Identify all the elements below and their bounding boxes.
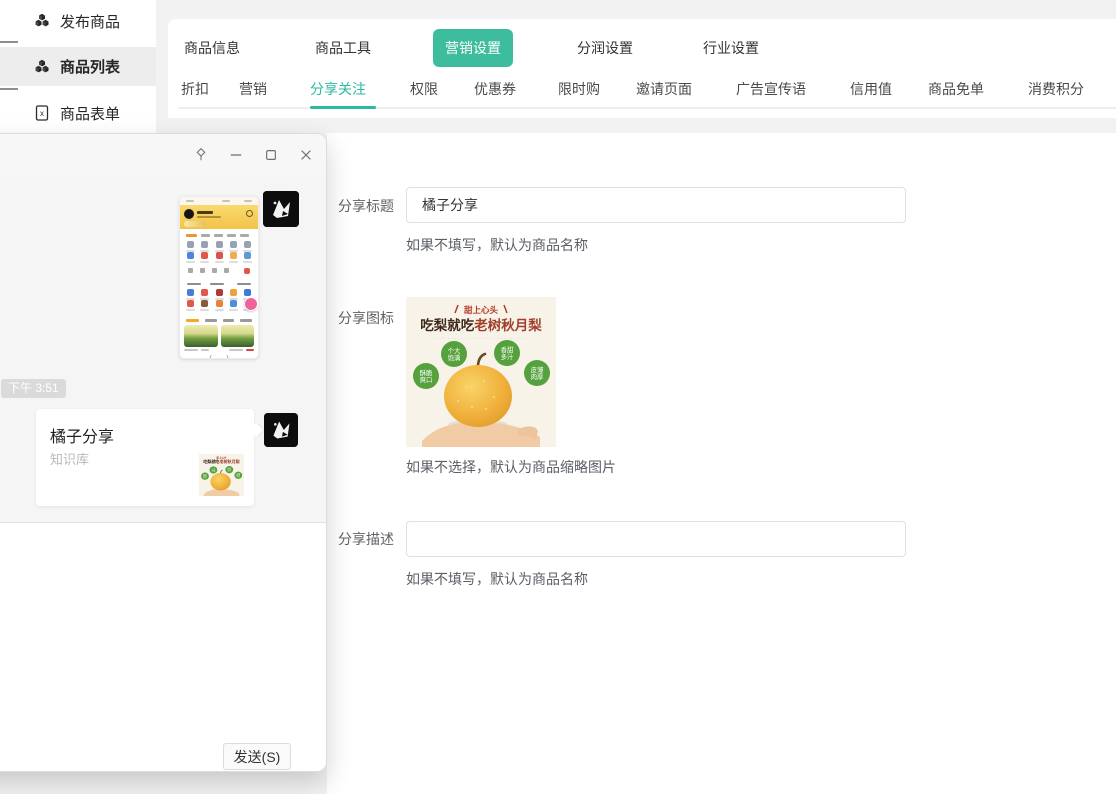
subtab-active-underline xyxy=(310,106,376,109)
sidebar-item-label: 商品列表 xyxy=(60,56,120,77)
pin-icon[interactable] xyxy=(193,147,208,162)
subtab-discount[interactable]: 折扣 xyxy=(181,82,209,96)
share-icon-image[interactable]: 甜上心头 吃梨就吃老树秋月梨 ·························… xyxy=(406,297,556,447)
minimize-icon[interactable] xyxy=(228,147,243,162)
subtab-ad-slogan[interactable]: 广告宣传语 xyxy=(736,82,806,96)
subtab-share-follow-active[interactable]: 分享关注 xyxy=(310,82,366,96)
phone-screenshot-preview[interactable]: · · ‹› xyxy=(179,196,259,359)
svg-text:爽口: 爽口 xyxy=(420,376,433,384)
subtab-invite-page[interactable]: 邀请页面 xyxy=(636,82,692,96)
share-link-card[interactable]: 橘子分享 知识库 甜上心头 吃梨就吃老树秋月梨 个大饱满 香甜多汁 酥脆爽口 皮… xyxy=(36,409,254,506)
svg-text:···························: ··························· xyxy=(434,336,528,341)
svg-text:酥脆: 酥脆 xyxy=(420,368,433,377)
tab-profit-settings[interactable]: 分润设置 xyxy=(577,41,633,55)
share-icon-label: 分享图标 xyxy=(338,310,394,326)
share-title-label: 分享标题 xyxy=(338,198,394,214)
file-x-icon: x xyxy=(34,105,50,121)
tabs-panel: 商品信息 商品工具 营销设置 分润设置 行业设置 折扣 营销 分享关注 权限 优… xyxy=(168,19,1116,118)
svg-text:香甜: 香甜 xyxy=(501,345,514,354)
phone-feed-images xyxy=(180,324,258,348)
share-card-title: 橘子分享 xyxy=(50,423,114,447)
chat-timestamp: 下午 3:51 xyxy=(1,379,66,398)
svg-text:x: x xyxy=(40,109,44,118)
cubes-icon xyxy=(34,13,50,29)
subtab-flash-sale[interactable]: 限时购 xyxy=(558,82,600,96)
message-input-area[interactable] xyxy=(0,522,326,771)
subtab-consume-points[interactable]: 消费积分 xyxy=(1028,82,1084,96)
window-controls xyxy=(193,147,313,162)
phone-bell-icon xyxy=(246,210,253,217)
sidebar: 发布商品 商品列表 x 商品表单 xyxy=(0,0,156,133)
phone-quick-row xyxy=(182,265,256,277)
share-title-input[interactable] xyxy=(406,187,906,223)
maximize-icon[interactable] xyxy=(263,147,278,162)
share-icon-hint: 如果不选择，默认为商品缩略图片 xyxy=(406,459,616,475)
sidebar-divider xyxy=(0,41,18,43)
send-button[interactable]: 发送(S) xyxy=(223,743,291,770)
share-card-subtitle: 知识库 xyxy=(50,449,89,468)
tab-label: 营销设置 xyxy=(445,38,501,58)
sidebar-divider xyxy=(0,88,18,90)
app-window: 发布商品 商品列表 x 商品表单 商品信息 商品工具 营 xyxy=(0,0,1116,794)
share-desc-label: 分享描述 xyxy=(338,531,394,547)
sidebar-item-product-form[interactable]: x 商品表单 xyxy=(0,94,156,132)
pear-product-image: 甜上心头 吃梨就吃老树秋月梨 ·························… xyxy=(406,297,556,447)
svg-text:吃梨就吃老树秋月梨: 吃梨就吃老树秋月梨 xyxy=(420,317,542,333)
user-avatar xyxy=(264,413,298,447)
subtab-permissions[interactable]: 权限 xyxy=(410,82,438,96)
svg-text:皮薄: 皮薄 xyxy=(531,365,544,374)
phone-vip-badge xyxy=(184,221,206,227)
phone-profile-header xyxy=(180,205,258,229)
phone-services-card: · · xyxy=(182,279,256,316)
svg-text:甜上心头: 甜上心头 xyxy=(464,305,499,315)
phone-statusbar xyxy=(180,197,258,205)
share-preview-popup: · · ‹› 下午 3:51 橘子分享 知识库 甜上心头 xyxy=(0,133,327,772)
subtab-free-order[interactable]: 商品免单 xyxy=(928,82,984,96)
share-desc-input[interactable] xyxy=(406,521,906,557)
svg-text:肉厚: 肉厚 xyxy=(531,372,544,381)
svg-text:个大: 个大 xyxy=(448,346,461,355)
tab-product-tools[interactable]: 商品工具 xyxy=(315,41,371,55)
tab-marketing-settings-active[interactable]: 营销设置 xyxy=(433,29,513,67)
svg-text:吃梨就吃老树秋月梨: 吃梨就吃老树秋月梨 xyxy=(203,459,239,464)
subtab-credit-value[interactable]: 信用值 xyxy=(850,82,892,96)
share-title-hint: 如果不填写，默认为商品名称 xyxy=(406,237,588,253)
sidebar-item-label: 发布商品 xyxy=(60,11,120,32)
sidebar-item-label: 商品表单 xyxy=(60,103,120,124)
close-icon[interactable] xyxy=(298,147,313,162)
user-avatar xyxy=(263,191,299,227)
tab-industry-settings[interactable]: 行业设置 xyxy=(703,41,759,55)
phone-avatar xyxy=(184,209,194,219)
svg-text:多汁: 多汁 xyxy=(501,352,514,361)
sidebar-item-product-list[interactable]: 商品列表 xyxy=(0,47,156,86)
svg-text:饱满: 饱满 xyxy=(448,353,461,362)
phone-floating-button xyxy=(244,297,258,311)
phone-menu-card xyxy=(182,231,256,263)
share-card-thumbnail: 甜上心头 吃梨就吃老树秋月梨 个大饱满 香甜多汁 酥脆爽口 皮薄肉厚 xyxy=(199,454,244,496)
sidebar-item-publish-product[interactable]: 发布商品 xyxy=(0,2,156,40)
phone-pager: ‹› xyxy=(180,352,258,360)
subtab-marketing[interactable]: 营销 xyxy=(239,82,267,96)
subtab-coupons[interactable]: 优惠券 xyxy=(474,82,516,96)
cubes-icon xyxy=(34,59,50,75)
share-desc-hint: 如果不填写，默认为商品名称 xyxy=(406,571,588,587)
tab-product-info[interactable]: 商品信息 xyxy=(184,41,240,55)
